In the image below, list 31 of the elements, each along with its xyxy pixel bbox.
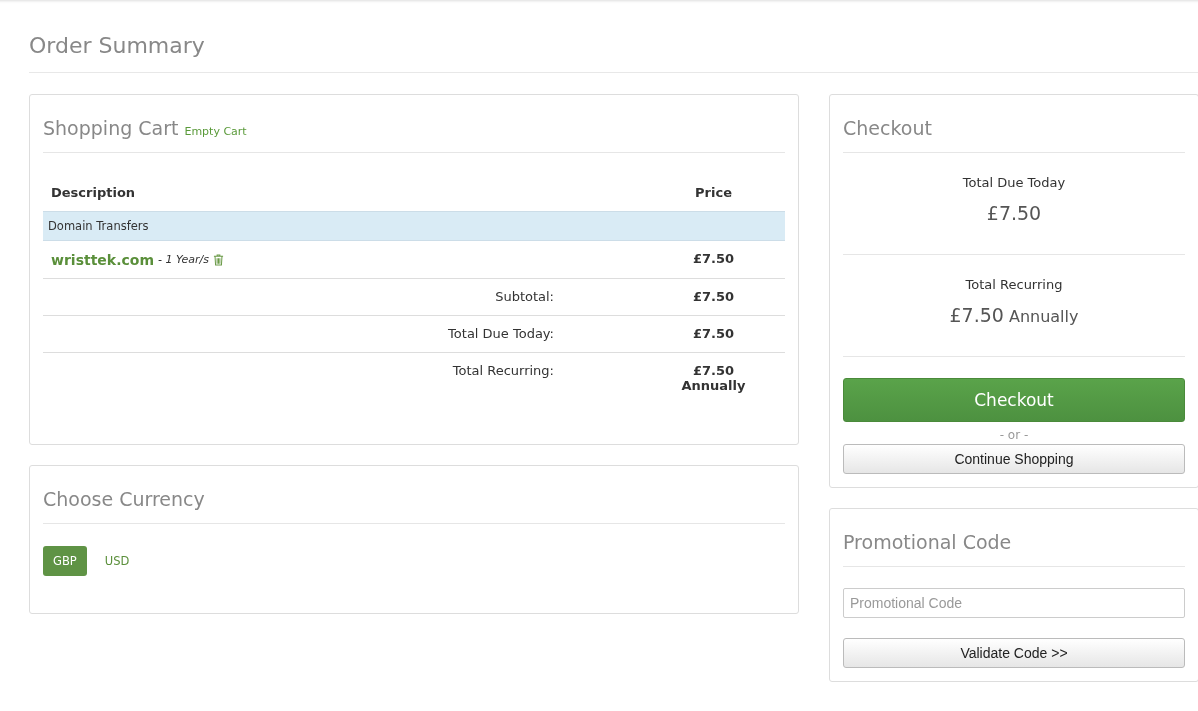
empty-cart-link[interactable]: Empty Cart [184,125,247,138]
summary-amount: £7.50 [985,202,1043,224]
group-row: Domain Transfers [43,211,785,241]
continue-shopping-button[interactable]: Continue Shopping [843,444,1185,474]
column-header: Description [50,184,137,200]
summary-label: Total Due Today [961,175,1067,190]
panel-title: Promotional Code [843,531,1012,553]
validate-code-button[interactable]: Validate Code >> [843,638,1185,668]
column-header: Price [694,184,733,200]
total-label: Subtotal: [494,288,555,306]
summary-label: Total Recurring [964,277,1064,292]
promo-code-field[interactable]: Promotional Code [843,588,1185,618]
panel-title: Shopping Cart [43,117,179,139]
summary-amount: £7.50 [949,304,1004,326]
total-label: Total Due Today: [447,325,555,343]
currency-button[interactable]: GBP [43,546,87,576]
checkout-button[interactable]: Checkout [843,378,1185,422]
total-period: Annually [680,378,747,393]
domain-link[interactable]: wristtek.com [51,251,154,268]
total-value: £7.50 [691,326,736,341]
total-label: Total Recurring: [451,362,555,380]
summary-period: Annually [1008,307,1079,326]
page-title: Order Summary [29,32,206,60]
trash-icon[interactable] [212,253,224,266]
separator-text: - or - [998,428,1030,442]
panel-title: Choose Currency [43,488,205,510]
panel-title: Checkout [843,117,932,139]
term-text: - 1 Year/s [158,253,209,266]
total-value: £7.50 [691,363,736,378]
price-cell-text: £7.50 [691,250,736,268]
total-value: £7.50 [691,289,736,304]
